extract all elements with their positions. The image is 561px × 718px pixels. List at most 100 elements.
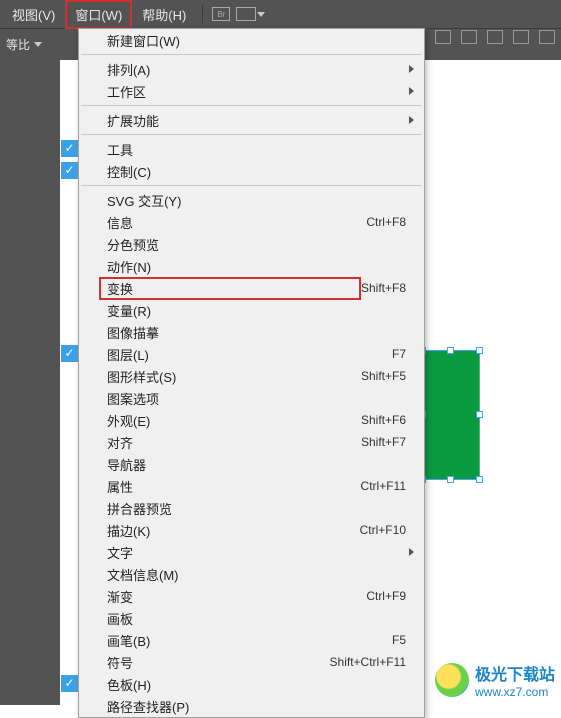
menu-label: 图像描摹 [107, 323, 406, 342]
menu-item-variables[interactable]: 变量(R) [79, 299, 424, 321]
resize-handle[interactable] [447, 476, 454, 483]
menu-item-workspace[interactable]: 工作区 [79, 80, 424, 102]
menu-item-svg[interactable]: SVG 交互(Y) [79, 189, 424, 211]
menu-item-symbols[interactable]: 符号 Shift+Ctrl+F11 [79, 651, 424, 673]
menu-item-new-window[interactable]: 新建窗口(W) [79, 29, 424, 51]
menu-view[interactable]: 视图(V) [2, 0, 65, 29]
watermark: 极光下载站 www.xz7.com [435, 661, 555, 699]
chevron-down-icon[interactable] [34, 42, 42, 47]
align-icon-6[interactable] [539, 30, 555, 44]
chevron-right-icon [409, 65, 414, 73]
layout-icon[interactable] [236, 7, 256, 21]
menu-label: 信息 [107, 213, 366, 232]
menu-separator [81, 105, 422, 106]
selected-rectangle[interactable] [422, 350, 480, 480]
menu-label: 变量(R) [107, 301, 406, 320]
menu-item-pattern-options[interactable]: 图案选项 [79, 387, 424, 409]
menu-label: 排列(A) [107, 60, 406, 79]
menu-label: 路径查找器(P) [107, 697, 406, 716]
menu-item-actions[interactable]: 动作(N) [79, 255, 424, 277]
menu-item-align[interactable]: 对齐 Shift+F7 [79, 431, 424, 453]
menu-item-brushes[interactable]: 画笔(B) F5 [79, 629, 424, 651]
ratio-label: 等比 [6, 36, 30, 53]
watermark-url: www.xz7.com [475, 685, 555, 699]
menu-item-doc-info[interactable]: 文档信息(M) [79, 563, 424, 585]
menu-help[interactable]: 帮助(H) [132, 0, 196, 29]
menu-shortcut: Shift+F8 [361, 281, 406, 295]
menu-label: 分色预览 [107, 235, 406, 254]
menu-label: 图案选项 [107, 389, 406, 408]
menu-label: 图层(L) [107, 345, 392, 364]
menu-label: 属性 [107, 477, 361, 496]
check-icon: ✓ [61, 162, 78, 179]
check-icon: ✓ [61, 140, 78, 157]
menu-label: 画板 [107, 609, 406, 628]
menu-item-arrange[interactable]: 排列(A) [79, 58, 424, 80]
menu-item-image-trace[interactable]: 图像描摹 [79, 321, 424, 343]
watermark-logo-icon [435, 663, 469, 697]
align-icon-2[interactable] [435, 30, 451, 44]
menu-label: 文字 [107, 543, 406, 562]
check-icon: ✓ [61, 675, 78, 692]
menu-item-navigator[interactable]: 导航器 [79, 453, 424, 475]
menu-shortcut: Ctrl+F9 [366, 589, 406, 603]
menu-item-info[interactable]: 信息 Ctrl+F8 [79, 211, 424, 233]
menu-label: 外观(E) [107, 411, 361, 430]
resize-handle[interactable] [447, 347, 454, 354]
resize-handle[interactable] [476, 411, 483, 418]
menu-item-graphic-styles[interactable]: 图形样式(S) Shift+F5 [79, 365, 424, 387]
menu-label: SVG 交互(Y) [107, 191, 406, 210]
menu-window[interactable]: 窗口(W) [65, 0, 132, 29]
menu-item-gradient[interactable]: 渐变 Ctrl+F9 [79, 585, 424, 607]
menu-item-flattener[interactable]: 拼合器预览 [79, 497, 424, 519]
resize-handle[interactable] [476, 347, 483, 354]
bridge-icon[interactable]: Br [212, 7, 230, 21]
menu-label: 图形样式(S) [107, 367, 361, 386]
menu-label: 新建窗口(W) [107, 31, 406, 50]
menu-label: 对齐 [107, 433, 361, 452]
menu-item-transform[interactable]: 变换 Shift+F8 [79, 277, 424, 299]
menu-item-appearance[interactable]: 外观(E) Shift+F6 [79, 409, 424, 431]
menu-label: 描边(K) [107, 521, 360, 540]
toolbar-right-icons [409, 30, 555, 44]
menu-separator [81, 134, 422, 135]
menu-label: 扩展功能 [107, 111, 406, 130]
menu-item-separations[interactable]: 分色预览 [79, 233, 424, 255]
chevron-right-icon [409, 87, 414, 95]
menu-item-extensions[interactable]: 扩展功能 [79, 109, 424, 131]
menu-item-artboards[interactable]: 画板 [79, 607, 424, 629]
menu-label: 渐变 [107, 587, 366, 606]
menubar-separator [202, 5, 203, 23]
menu-item-swatches[interactable]: ✓ 色板(H) [79, 673, 424, 695]
menu-shortcut: Ctrl+F8 [366, 215, 406, 229]
resize-handle[interactable] [476, 476, 483, 483]
menu-separator [81, 185, 422, 186]
menu-label: 拼合器预览 [107, 499, 406, 518]
menu-label: 导航器 [107, 455, 406, 474]
menu-shortcut: Ctrl+F10 [360, 523, 406, 537]
menu-item-stroke[interactable]: 描边(K) Ctrl+F10 [79, 519, 424, 541]
menu-shortcut: Shift+Ctrl+F11 [330, 655, 406, 669]
check-icon: ✓ [61, 345, 78, 362]
menu-label: 画笔(B) [107, 631, 392, 650]
align-icon-5[interactable] [513, 30, 529, 44]
align-icon-3[interactable] [461, 30, 477, 44]
menu-item-control[interactable]: ✓ 控制(C) [79, 160, 424, 182]
menu-item-pathfinder[interactable]: 路径查找器(P) [79, 695, 424, 717]
menu-item-tools[interactable]: ✓ 工具 [79, 138, 424, 160]
menubar: 视图(V) 窗口(W) 帮助(H) Br [0, 0, 561, 28]
window-menu-dropdown: 新建窗口(W) 排列(A) 工作区 扩展功能 ✓ 工具 ✓ 控制(C) SVG … [78, 28, 425, 718]
menu-label: 文档信息(M) [107, 565, 406, 584]
chevron-right-icon [409, 548, 414, 556]
menu-shortcut: Shift+F7 [361, 435, 406, 449]
menu-shortcut: F5 [392, 633, 406, 647]
menu-item-attributes[interactable]: 属性 Ctrl+F11 [79, 475, 424, 497]
menu-shortcut: Ctrl+F11 [361, 479, 406, 493]
menu-label: 符号 [107, 653, 330, 672]
left-panel-strip [0, 60, 60, 705]
align-icon-4[interactable] [487, 30, 503, 44]
menu-item-layers[interactable]: ✓ 图层(L) F7 [79, 343, 424, 365]
menu-shortcut: Shift+F6 [361, 413, 406, 427]
menu-item-text[interactable]: 文字 [79, 541, 424, 563]
menu-label: 工作区 [107, 82, 406, 101]
